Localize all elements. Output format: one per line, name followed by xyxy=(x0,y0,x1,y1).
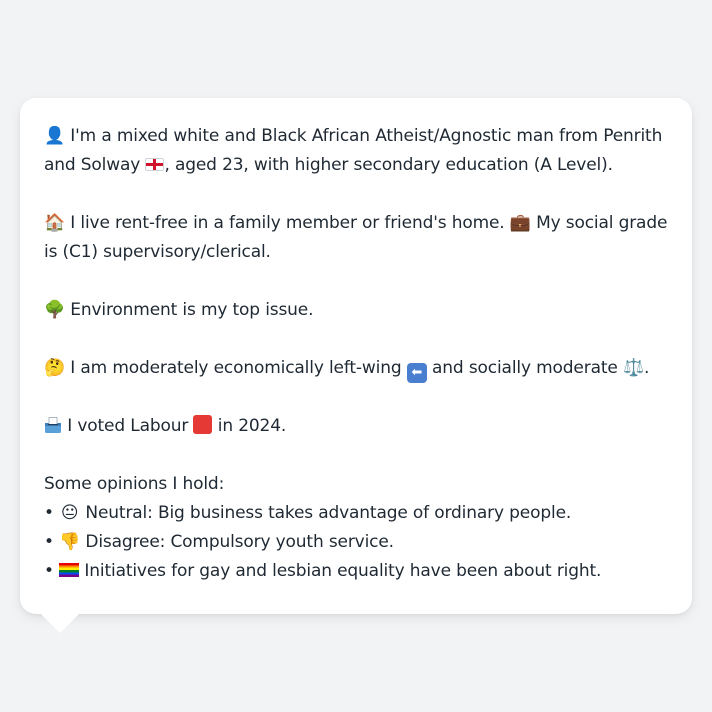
ideology-paragraph: 🤔 I am moderately economically left-wing… xyxy=(44,354,668,383)
england-flag-icon xyxy=(145,158,165,171)
tree-icon: 🌳 xyxy=(44,300,66,320)
economic-text: I am moderately economically left-wing xyxy=(70,358,402,378)
briefcase-icon: 💼 xyxy=(509,213,531,233)
opinion-text: Initiatives for gay and lesbian equality… xyxy=(84,561,602,581)
person-icon: 👤 xyxy=(44,126,66,146)
bullet: • xyxy=(44,532,54,552)
speech-bubble-tail xyxy=(40,613,80,633)
persona-card: 👤 I'm a mixed white and Black African At… xyxy=(20,98,692,614)
opinion-text: Neutral: Big business takes advantage of… xyxy=(85,503,572,523)
top-issue-text: Environment is my top issue. xyxy=(70,300,314,320)
opinion-item: • Initiatives for gay and lesbian equali… xyxy=(44,557,668,586)
ideology-end: . xyxy=(643,358,650,378)
issue-paragraph: 🌳 Environment is my top issue. xyxy=(44,296,668,325)
left-arrow-icon: ⬅ xyxy=(406,363,427,383)
balance-scale-icon: ⚖️ xyxy=(622,358,644,378)
opinion-item: • 👎 Disagree: Compulsory youth service. xyxy=(44,528,668,557)
thumbs-down-icon: 👎 xyxy=(59,532,81,552)
housing-text: I live rent-free in a family member or f… xyxy=(70,213,505,233)
vote-paragraph: I voted Labour in 2024. xyxy=(44,412,668,441)
opinion-text: Disagree: Compulsory youth service. xyxy=(85,532,394,552)
labour-red-square-icon xyxy=(193,415,213,434)
thinking-face-icon: 🤔 xyxy=(44,358,66,378)
social-text: and socially moderate xyxy=(432,358,618,378)
vote-text: I voted Labour xyxy=(67,416,189,436)
house-icon: 🏠 xyxy=(44,213,66,233)
vote-year-text: in 2024. xyxy=(217,416,287,436)
housing-paragraph: 🏠 I live rent-free in a family member or… xyxy=(44,209,668,267)
bullet: • xyxy=(44,561,54,581)
identity-paragraph: 👤 I'm a mixed white and Black African At… xyxy=(44,122,668,180)
ballot-box-icon xyxy=(44,414,62,433)
rainbow-flag-icon xyxy=(59,563,80,577)
neutral-face-icon: 😐 xyxy=(60,503,79,523)
opinions-heading: Some opinions I hold: xyxy=(44,474,225,494)
opinion-item: • 😐 Neutral: Big business takes advantag… xyxy=(44,499,668,528)
identity-text-continued: , aged 23, with higher secondary educati… xyxy=(164,155,613,175)
bullet: • xyxy=(44,503,54,523)
